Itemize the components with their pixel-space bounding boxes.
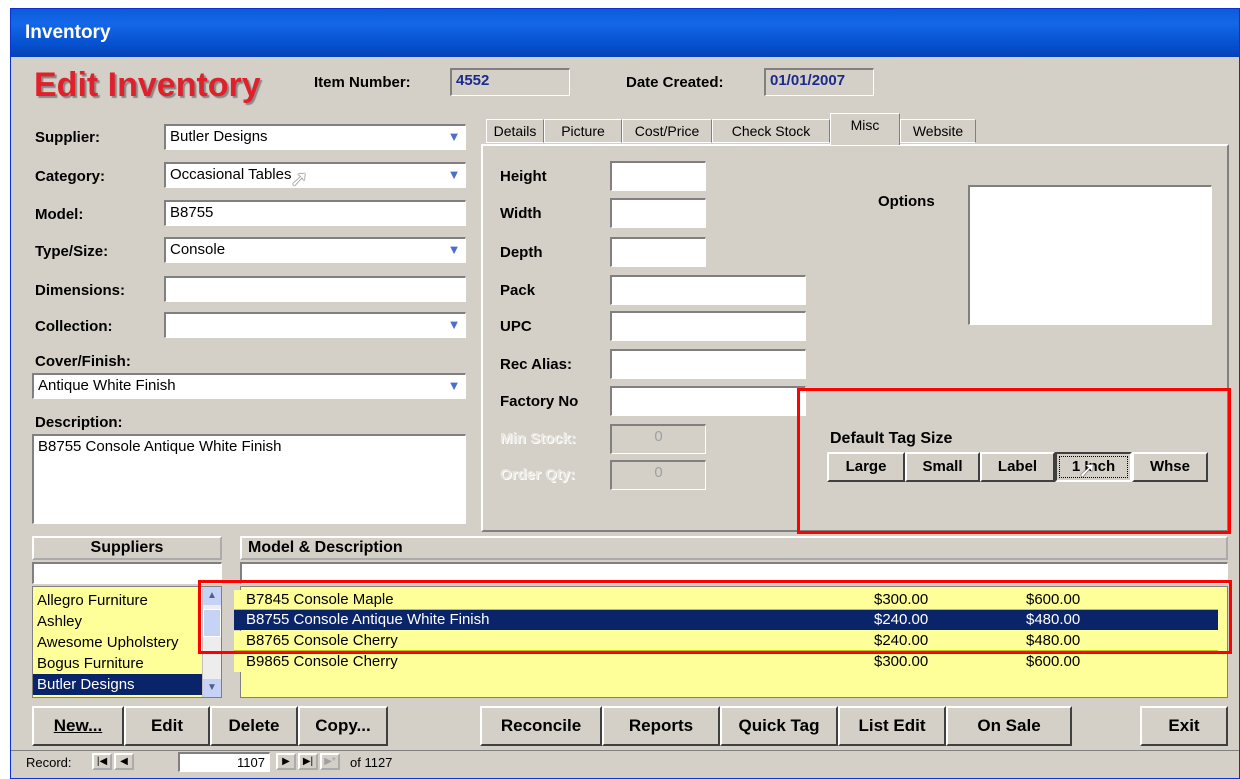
options-label: Options (878, 193, 935, 210)
row-cost: $300.00 (874, 653, 929, 670)
scroll-down-icon[interactable]: ▼ (203, 679, 221, 697)
pack-label: Pack (500, 282, 536, 299)
tab-picture[interactable]: Picture (544, 119, 622, 143)
model-label: Model: (35, 206, 84, 223)
depth-input[interactable] (610, 237, 706, 267)
category-select[interactable]: Occasional Tables ▼ (164, 162, 466, 188)
row-description: B9865 Console Cherry (246, 653, 398, 670)
on-sale-button[interactable]: On Sale (946, 706, 1072, 746)
supplier-value: Butler Designs (170, 128, 268, 145)
supplier-label: Supplier: (35, 129, 101, 146)
tab-cost-price[interactable]: Cost/Price (622, 119, 712, 143)
dimensions-label: Dimensions: (35, 282, 126, 299)
width-label: Width (500, 205, 542, 222)
min-stock-label: Min Stock: (500, 430, 576, 447)
type-size-select[interactable]: Console ▼ (164, 237, 466, 263)
type-size-label: Type/Size: (35, 243, 109, 260)
list-item[interactable]: Ashley (33, 611, 203, 632)
list-item-selected[interactable]: Butler Designs (33, 674, 203, 695)
height-label: Height (500, 168, 547, 185)
order-qty-label: Order Qty: (500, 466, 576, 483)
cover-finish-value: Antique White Finish (38, 377, 176, 394)
row-price: $600.00 (1026, 653, 1081, 670)
upc-input[interactable] (610, 311, 806, 341)
type-size-value: Console (170, 241, 226, 258)
mouse-cursor-icon: ➚ (290, 166, 309, 191)
title-bar[interactable]: Inventory (11, 9, 1239, 57)
table-row[interactable]: B9865 Console Cherry $300.00 $600.00 (234, 652, 1218, 672)
chevron-down-icon[interactable]: ▼ (443, 375, 465, 398)
tag-size-highlight-box (797, 388, 1231, 534)
prev-record-icon[interactable]: ◀ (114, 753, 134, 770)
record-number-input[interactable]: 1107 (178, 752, 270, 772)
tab-website[interactable]: Website (900, 119, 976, 143)
item-number-label: Item Number: (314, 74, 411, 91)
collection-select[interactable]: ▼ (164, 312, 466, 338)
min-stock-input: 0 (610, 424, 706, 454)
collection-label: Collection: (35, 318, 113, 335)
description-textarea[interactable]: B8755 Console Antique White Finish (32, 434, 466, 524)
new-record-icon[interactable]: ▶* (320, 753, 340, 770)
record-nav-bar (11, 750, 1239, 751)
list-item[interactable]: Allegro Furniture (33, 590, 203, 611)
order-qty-input: 0 (610, 460, 706, 490)
model-input[interactable]: B8755 (164, 200, 466, 226)
window-title: Inventory (25, 22, 111, 43)
quick-tag-button[interactable]: Quick Tag (720, 706, 838, 746)
edit-button[interactable]: Edit (124, 706, 210, 746)
cover-finish-select[interactable]: Antique White Finish ▼ (32, 373, 466, 399)
tab-details[interactable]: Details (486, 119, 544, 143)
description-label: Description: (35, 414, 123, 431)
supplier-select[interactable]: Butler Designs ▼ (164, 124, 466, 150)
chevron-down-icon[interactable]: ▼ (443, 239, 465, 262)
new-button[interactable]: New... (32, 706, 124, 746)
rec-alias-input[interactable] (610, 349, 806, 379)
rows-highlight-box (198, 580, 1232, 654)
suppliers-header: Suppliers (32, 536, 222, 560)
date-created-label: Date Created: (626, 74, 724, 91)
category-label: Category: (35, 168, 106, 185)
pack-input[interactable] (610, 275, 806, 305)
chevron-down-icon[interactable]: ▼ (443, 126, 465, 149)
next-record-icon[interactable]: ▶ (276, 753, 296, 770)
rec-alias-label: Rec Alias: (500, 356, 572, 373)
chevron-down-icon[interactable]: ▼ (443, 314, 465, 337)
category-value: Occasional Tables (170, 166, 292, 183)
cover-finish-label: Cover/Finish: (35, 353, 131, 370)
upc-label: UPC (500, 318, 532, 335)
delete-button[interactable]: Delete (210, 706, 298, 746)
date-created-field: 01/01/2007 (764, 68, 874, 96)
list-edit-button[interactable]: List Edit (838, 706, 946, 746)
options-list[interactable] (968, 185, 1212, 325)
list-item[interactable]: Bogus Furniture (33, 653, 203, 674)
depth-label: Depth (500, 244, 543, 261)
reports-button[interactable]: Reports (602, 706, 720, 746)
tab-check-stock[interactable]: Check Stock (712, 119, 830, 143)
item-number-field: 4552 (450, 68, 570, 96)
factory-no-input[interactable] (610, 386, 806, 416)
dimensions-input[interactable] (164, 276, 466, 302)
suppliers-list[interactable]: Allegro Furniture Ashley Awesome Upholst… (32, 586, 222, 698)
record-label: Record: (26, 755, 72, 770)
height-input[interactable] (610, 161, 706, 191)
chevron-down-icon[interactable]: ▼ (443, 164, 465, 187)
list-item[interactable]: Awesome Upholstery (33, 632, 203, 653)
last-record-icon[interactable]: ▶| (298, 753, 318, 770)
model-description-header: Model & Description (240, 536, 1228, 560)
page-title: Edit Inventory (34, 66, 261, 104)
tab-misc[interactable]: Misc (830, 113, 900, 145)
suppliers-search-input[interactable] (32, 562, 222, 584)
exit-button[interactable]: Exit (1140, 706, 1228, 746)
first-record-icon[interactable]: |◀ (92, 753, 112, 770)
reconcile-button[interactable]: Reconcile (480, 706, 602, 746)
record-count: of 1127 (350, 755, 393, 770)
copy-button[interactable]: Copy... (298, 706, 388, 746)
width-input[interactable] (610, 198, 706, 228)
factory-no-label: Factory No (500, 393, 579, 410)
